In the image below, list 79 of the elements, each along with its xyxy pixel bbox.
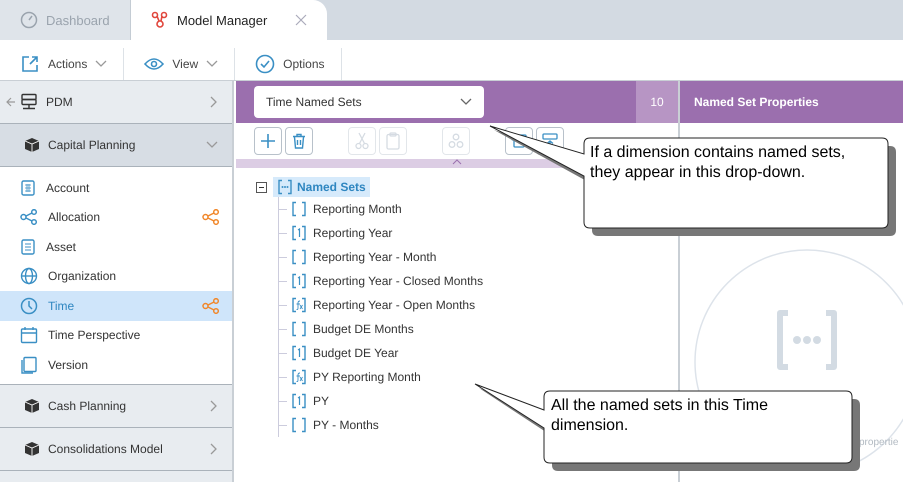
globe-icon <box>20 267 38 286</box>
check-circle-icon <box>255 54 276 74</box>
tree-node[interactable]: PY <box>291 393 330 409</box>
calendar-icon <box>20 326 38 344</box>
cube-icon <box>24 440 40 456</box>
sidebar-item[interactable]: Asset <box>0 232 232 262</box>
tab-label: Model Manager <box>177 12 268 28</box>
group-label: Capital Planning <box>48 138 136 152</box>
chevron-down-icon <box>206 141 218 149</box>
callout-text: If a dimension contains named sets, they appear in this drop-down. <box>590 143 846 183</box>
sidebar-group[interactable]: Capital Planning <box>0 124 232 167</box>
clock-icon <box>20 296 38 315</box>
chevron-right-icon <box>210 442 218 454</box>
sidebar-group[interactable]: Cash Planning <box>0 384 232 428</box>
sidebar-item[interactable]: Account <box>0 173 232 202</box>
toolbar-button[interactable]: Actions <box>0 48 124 80</box>
formula-bracket-icon <box>291 297 307 313</box>
group-label: Consolidations Model <box>48 442 164 456</box>
calculator-icon <box>20 180 36 196</box>
cube-icon <box>24 398 40 414</box>
eye-icon <box>144 57 164 71</box>
group-label: Cash Planning <box>48 398 128 412</box>
nodes-icon <box>151 11 169 29</box>
bracket-icon <box>291 417 307 433</box>
chevron-down-icon <box>460 98 472 106</box>
numbered-bracket-icon <box>291 345 307 361</box>
collapse-icon[interactable] <box>256 182 267 192</box>
sidebar-item[interactable]: Organization <box>0 262 232 291</box>
numbered-bracket-icon <box>291 393 307 409</box>
tree-node[interactable]: PY Reporting Month <box>291 369 421 385</box>
numbered-bracket-icon <box>291 225 307 241</box>
chevron-right-icon <box>210 400 218 412</box>
pages-icon <box>20 356 38 374</box>
formula-bracket-icon <box>291 369 307 385</box>
tree-node[interactable]: Reporting Year - Open Months <box>291 297 476 313</box>
tree-node[interactable]: Budget DE Year <box>291 345 398 361</box>
trash-icon <box>292 133 306 149</box>
tab[interactable]: Model Manager <box>131 0 327 40</box>
callout-text: All the named sets in this Time dimension. <box>551 396 769 436</box>
chevron-up-icon <box>452 159 462 165</box>
scissors-icon <box>355 132 369 150</box>
bracket-icon <box>291 321 307 337</box>
gauge-icon <box>20 11 38 29</box>
list-icon <box>20 238 36 255</box>
tree-node[interactable]: Reporting Year - Closed Months <box>291 273 484 289</box>
share-icon <box>202 209 220 226</box>
cube-icon <box>24 137 40 153</box>
toolbar-button[interactable]: Options <box>235 48 342 80</box>
circles-icon <box>448 133 464 149</box>
tree-node[interactable]: Reporting Year <box>291 225 392 241</box>
tree-node[interactable]: PY - Months <box>291 417 379 433</box>
panel-title: Named Set Properties <box>694 95 819 109</box>
sidebar-item[interactable]: Time Perspective <box>0 320 232 350</box>
server-icon <box>20 93 38 111</box>
sidebar-item[interactable]: Version <box>0 350 232 380</box>
clipboard-icon <box>386 132 400 150</box>
export-icon <box>20 54 40 74</box>
sidebar-group[interactable]: PDM <box>0 81 232 124</box>
share-icon <box>202 298 220 314</box>
plus-icon <box>260 133 276 149</box>
numbered-bracket-icon <box>291 273 307 289</box>
tree-node[interactable]: Budget DE Months <box>291 321 414 337</box>
tab-label: Dashboard <box>46 12 110 28</box>
named-set-icon <box>277 179 293 195</box>
share-icon <box>20 209 38 226</box>
bracket-icon <box>291 201 307 217</box>
dropdown[interactable]: Time Named Sets <box>254 86 484 118</box>
count-badge: 10 <box>636 81 678 123</box>
close-icon[interactable] <box>295 14 308 26</box>
tree-node[interactable]: Reporting Month <box>291 201 402 217</box>
sidebar-item[interactable]: Allocation <box>0 202 232 232</box>
group-label: PDM <box>46 95 74 109</box>
back-arrow-icon <box>6 97 16 107</box>
empty-state-text: propertie <box>859 437 898 448</box>
tree-node[interactable]: Reporting Year - Month <box>291 249 436 265</box>
bracket-icon <box>291 249 307 265</box>
chevron-right-icon <box>210 96 218 108</box>
toolbar-button[interactable]: View <box>124 48 236 80</box>
sidebar-group[interactable]: Consolidations Model <box>0 428 232 470</box>
